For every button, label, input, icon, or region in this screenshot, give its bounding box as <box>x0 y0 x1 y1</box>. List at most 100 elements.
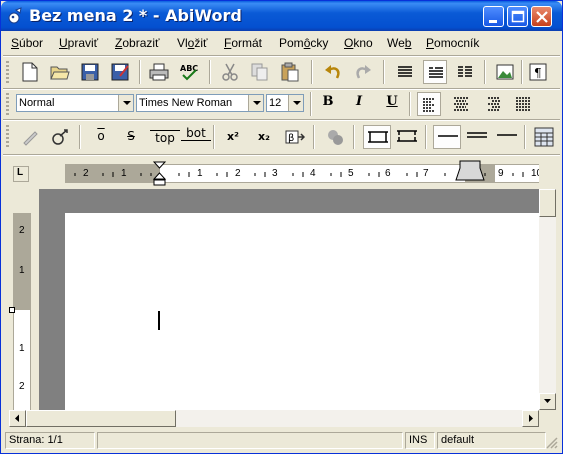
spacing-2-icon <box>497 134 517 136</box>
para-align-right-button[interactable] <box>481 92 505 116</box>
spacing-15-button[interactable] <box>463 125 491 149</box>
font-combo[interactable]: Times New Roman <box>136 94 264 112</box>
horizontal-scrollbar[interactable] <box>9 410 539 427</box>
scroll-left-button[interactable] <box>9 410 26 427</box>
tab-type-selector[interactable] <box>13 166 29 182</box>
horizontal-scroll-thumb[interactable] <box>26 410 176 427</box>
spacing-15-icon <box>467 132 487 138</box>
resize-grip-icon[interactable] <box>546 437 558 449</box>
ruler-label: 2 <box>83 168 89 179</box>
menu-okno[interactable]: Okno <box>344 36 373 50</box>
menu-pomocky[interactable]: Pomôcky <box>279 36 328 50</box>
subscript-button[interactable]: x₂ <box>252 130 276 143</box>
menu-vlozit[interactable]: Vložiť <box>177 36 208 50</box>
indent-marker-right[interactable] <box>454 160 486 184</box>
para-justify-button[interactable] <box>511 92 535 116</box>
spacing-2-button[interactable] <box>493 125 521 149</box>
italic-button[interactable]: I <box>347 94 371 109</box>
align-right-button[interactable] <box>453 60 477 84</box>
line-spacing-single-icon <box>368 131 388 143</box>
insert-symbol-button[interactable]: β <box>283 125 307 149</box>
menu-format[interactable]: Formát <box>224 36 262 50</box>
menu-bar: Súbor Upraviť Zobraziť Vložiť Formát Pom… <box>1 32 562 54</box>
abiword-window: Bez mena 2 * - AbiWord Súbor Upraviť Zob… <box>0 0 563 454</box>
show-formatting-button[interactable]: ¶ <box>526 60 550 84</box>
copy-button[interactable] <box>248 60 272 84</box>
vertical-scroll-thumb[interactable] <box>539 189 556 217</box>
bottomline-button[interactable]: bot <box>181 126 211 141</box>
toolbar-grip[interactable] <box>6 93 9 115</box>
print-button[interactable] <box>147 60 171 84</box>
undo-button[interactable] <box>321 60 345 84</box>
redo-icon <box>356 65 371 79</box>
table-icon <box>534 127 554 147</box>
vertical-margin-marker[interactable] <box>9 307 15 313</box>
toolbar-separator <box>139 60 141 84</box>
toolbar-separator <box>310 92 312 116</box>
maximize-icon <box>511 10 525 23</box>
scroll-down-button[interactable] <box>539 393 556 410</box>
paste-button[interactable] <box>278 60 302 84</box>
vertical-ruler[interactable]: 2 1 1 2 <box>13 213 31 410</box>
insert-image-button[interactable] <box>493 60 517 84</box>
cut-icon <box>222 63 238 81</box>
menu-pomocnik[interactable]: Pomocník <box>426 36 479 50</box>
print-icon <box>149 63 169 81</box>
para-align-center-button[interactable] <box>449 92 473 116</box>
overline-button[interactable]: o <box>89 129 113 143</box>
ruler-label: 7 <box>423 168 429 179</box>
redo-button[interactable] <box>351 60 375 84</box>
scroll-right-button[interactable] <box>522 410 539 427</box>
language-indicator: default <box>437 432 546 449</box>
minimize-button[interactable] <box>483 6 504 27</box>
spellcheck-icon: ABC <box>180 64 198 81</box>
toolbar-row-separator <box>3 154 560 156</box>
chevron-left-icon <box>15 414 19 422</box>
underline-button[interactable]: U <box>380 94 404 109</box>
insert-mode-indicator[interactable]: INS <box>405 432 435 449</box>
toolbar-grip[interactable] <box>6 61 9 83</box>
plugin-button[interactable] <box>323 125 347 149</box>
vertical-scrollbar[interactable] <box>539 189 556 410</box>
font-size-combo[interactable]: 12 <box>266 94 304 112</box>
para-align-left-button[interactable] <box>417 92 441 116</box>
title-bar[interactable]: Bez mena 2 * - AbiWord <box>1 1 562 31</box>
svg-text:¶: ¶ <box>534 66 542 80</box>
menu-subor[interactable]: Súbor <box>11 36 43 50</box>
chevron-down-icon[interactable] <box>248 95 263 111</box>
topline-button[interactable]: top <box>150 130 180 145</box>
open-button[interactable] <box>48 60 72 84</box>
style-combo[interactable]: Normal <box>16 94 134 112</box>
strikethrough-button[interactable]: S <box>119 129 143 143</box>
save-button[interactable] <box>78 60 102 84</box>
close-button[interactable] <box>531 6 552 27</box>
chevron-down-icon[interactable] <box>288 95 303 111</box>
pen-button[interactable] <box>18 125 42 149</box>
line-spacing-single-button[interactable] <box>363 125 391 149</box>
menu-upravit[interactable]: Upraviť <box>59 36 98 50</box>
indent-marker-left[interactable] <box>153 161 167 187</box>
spellcheck-button[interactable]: ABC <box>177 60 201 84</box>
table-button[interactable] <box>532 125 556 149</box>
close-icon <box>536 11 548 23</box>
text-cursor <box>158 311 160 330</box>
toolbar-separator <box>524 125 526 149</box>
align-center-button[interactable] <box>423 60 447 84</box>
new-button[interactable] <box>18 60 42 84</box>
maximize-button[interactable] <box>507 6 528 27</box>
chevron-down-icon[interactable] <box>118 95 133 111</box>
spacing-1-button[interactable] <box>433 125 461 149</box>
bold-button[interactable]: B <box>316 94 340 109</box>
toolbar-separator <box>313 125 315 149</box>
toolbar-grip[interactable] <box>6 125 9 149</box>
menu-web[interactable]: Web <box>387 36 411 50</box>
superscript-button[interactable]: x² <box>221 130 245 143</box>
line-spacing-double-button[interactable] <box>393 125 421 149</box>
align-left-button[interactable] <box>393 60 417 84</box>
save-as-button[interactable] <box>108 60 132 84</box>
hyperlink-button[interactable] <box>48 125 72 149</box>
document-page[interactable] <box>65 213 539 410</box>
cut-button[interactable] <box>218 60 242 84</box>
chevron-down-icon <box>544 399 551 403</box>
menu-zobrazit[interactable]: Zobraziť <box>115 36 160 50</box>
